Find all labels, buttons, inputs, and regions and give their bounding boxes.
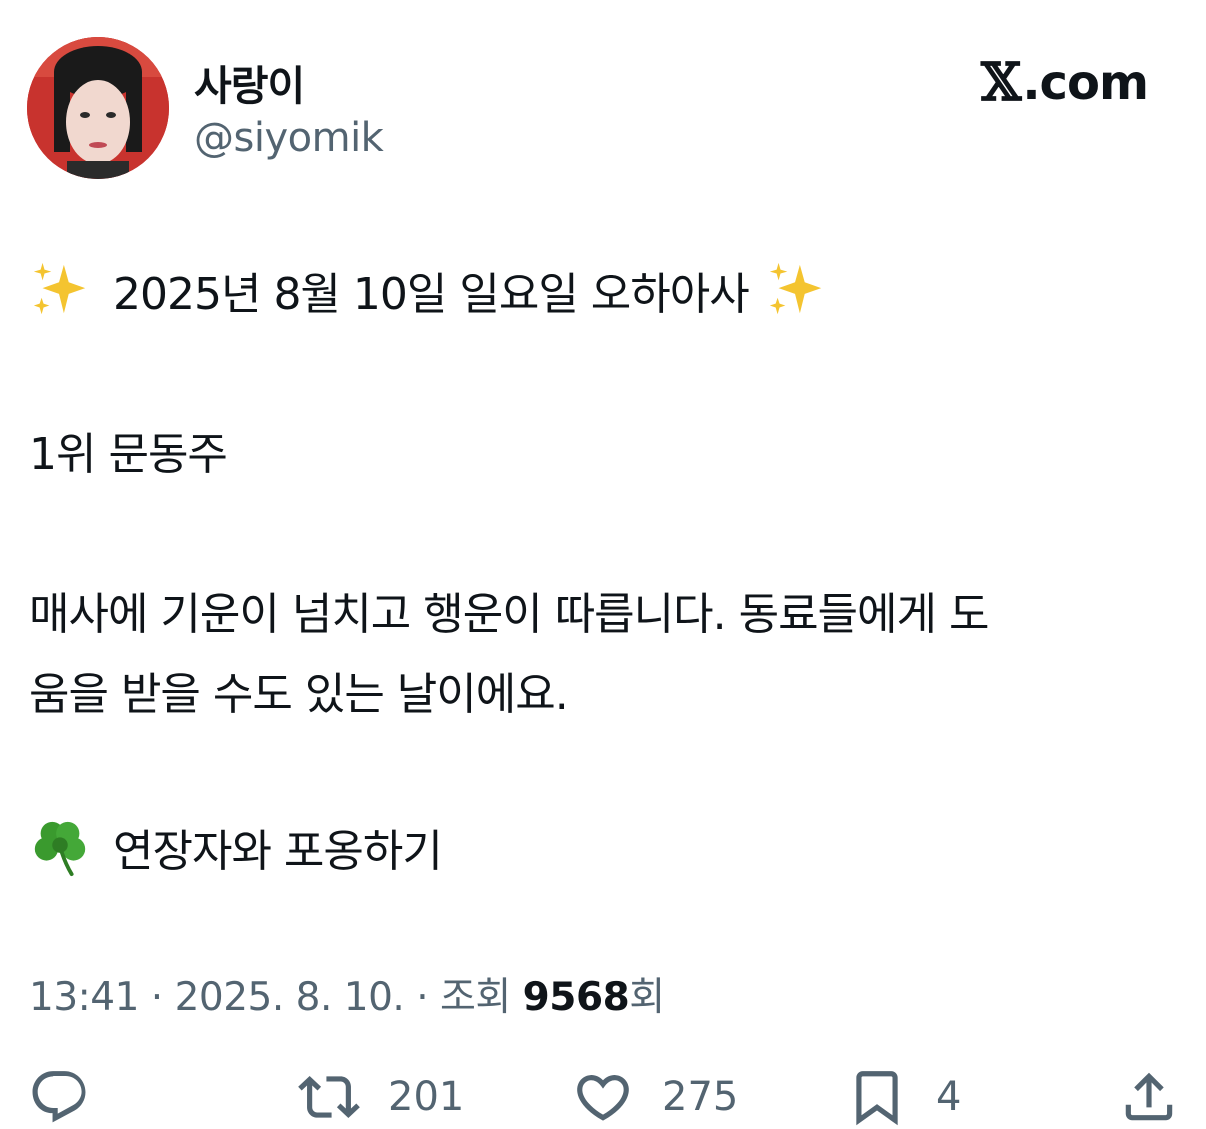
tweet-line-title: 2025년 8월 10일 일요일 오하아사	[29, 258, 827, 322]
retweet-icon	[298, 1076, 360, 1118]
lucky-action-text: 연장자와 포옹하기	[113, 826, 443, 877]
user-handle[interactable]: @siyomik	[194, 115, 384, 161]
tweet-line-rank: 1위 문동주	[29, 429, 228, 480]
tweet-line-fortune-1: 매사에 기운이 넘치고 행운이 따릅니다. 동료들에게 도	[29, 589, 989, 640]
sparkles-icon	[29, 259, 91, 321]
x-com-logo: 𝕏 .com	[980, 52, 1149, 113]
bookmark-button[interactable]: 4	[846, 1062, 961, 1129]
tweet-card: 사랑이 @siyomik 𝕏 .com 2025년 8월 10일 일요일 오하아…	[0, 0, 1206, 1129]
brand-text: .com	[1022, 54, 1149, 111]
share-icon	[1125, 1072, 1173, 1121]
tweet-time[interactable]: 13:41	[29, 975, 139, 1020]
retweet-button[interactable]: 201	[298, 1062, 464, 1129]
display-name[interactable]: 사랑이	[194, 52, 305, 112]
like-button[interactable]: 275	[572, 1062, 738, 1129]
avatar[interactable]	[27, 37, 169, 179]
like-count: 275	[662, 1074, 739, 1120]
tweet-date[interactable]: 2025. 8. 10.	[175, 975, 405, 1020]
tweet-meta: 13:41 · 2025. 8. 10. · 조회 9568회	[29, 966, 665, 1022]
avatar-image	[27, 37, 169, 179]
bookmark-icon	[856, 1071, 898, 1126]
x-logo-icon: 𝕏	[980, 52, 1021, 113]
reply-icon	[32, 1071, 86, 1123]
bookmark-count: 4	[936, 1074, 962, 1120]
tweet-line-lucky-action: 연장자와 포옹하기	[29, 815, 443, 879]
action-bar: 201 275 4	[0, 1062, 1206, 1129]
heart-icon	[577, 1075, 629, 1121]
tweet-title-text: 2025년 8월 10일 일요일 오하아사	[113, 269, 750, 320]
reply-button[interactable]	[28, 1062, 90, 1129]
views-label: 조회	[440, 975, 523, 1020]
meta-separator: ·	[404, 975, 440, 1020]
retweet-count: 201	[388, 1074, 465, 1120]
views-count: 9568	[522, 975, 630, 1020]
tweet-line-fortune-2: 움을 받을 수도 있는 날이에요.	[29, 669, 569, 720]
four-leaf-clover-icon	[29, 816, 91, 878]
share-button[interactable]	[1118, 1062, 1180, 1129]
views-suffix: 회	[629, 975, 665, 1020]
meta-separator: ·	[138, 975, 175, 1020]
sparkles-icon	[765, 259, 827, 321]
